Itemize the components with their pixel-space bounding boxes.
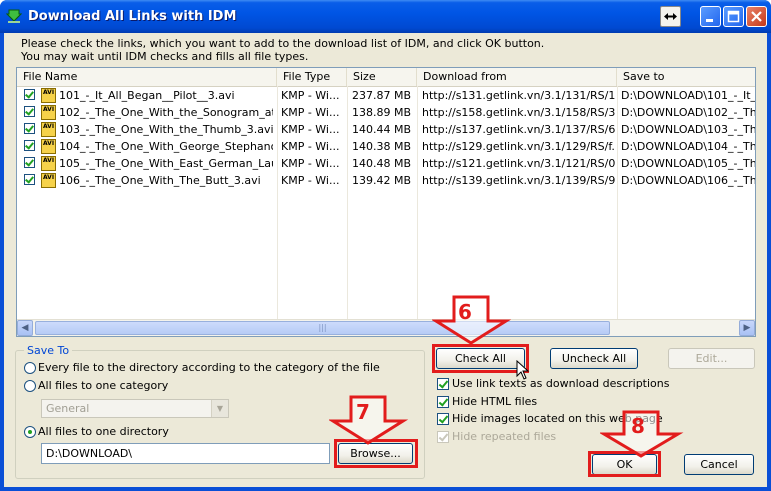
download-from-cell: http://s129.getlink.vn/3.1/129/RS/f... — [422, 140, 616, 153]
hide-html-label[interactable]: Hide HTML files — [452, 395, 537, 408]
hide-images-checkbox[interactable] — [437, 413, 449, 425]
instruction-line-2: You may wait until IDM checks and fills … — [21, 50, 309, 63]
callout-number-7: 7 — [356, 400, 370, 424]
table-row[interactable]: AVI 103_-_The_One_With_the_Thumb_3.avi K… — [17, 121, 756, 138]
scrollbar-thumb[interactable]: ||| — [35, 321, 610, 335]
check-all-highlight-box — [432, 344, 529, 373]
file-type-cell: KMP - Wi... — [281, 123, 340, 136]
save-to-cell: D:\DOWNLOAD\102_-_The_ — [621, 106, 756, 119]
size-cell: 139.42 MB — [352, 174, 412, 187]
avi-file-icon: AVI — [41, 173, 56, 188]
edit-button[interactable]: Edit... — [668, 348, 755, 369]
list-header: File Name File Type Size Download from S… — [17, 68, 755, 87]
size-cell: 140.44 MB — [352, 123, 412, 136]
avi-file-icon: AVI — [41, 88, 56, 103]
close-button[interactable] — [746, 6, 767, 27]
download-from-cell: http://s137.getlink.vn/3.1/137/RS/6... — [422, 123, 616, 136]
row-checkbox[interactable] — [24, 174, 35, 185]
uncheck-all-button[interactable]: Uncheck All — [550, 348, 638, 369]
file-name-cell: 105_-_The_One_With_East_German_Lau... — [59, 157, 273, 170]
download-from-cell: http://s131.getlink.vn/3.1/131/RS/1... — [422, 89, 616, 102]
resize-arrows-icon[interactable] — [660, 6, 681, 27]
maximize-button[interactable] — [723, 6, 744, 27]
avi-file-icon: AVI — [41, 122, 56, 137]
instruction-line-1: Please check the links, which you want t… — [21, 37, 545, 50]
row-checkbox[interactable] — [24, 106, 35, 117]
title-bar[interactable]: Download All Links with IDM — [0, 0, 771, 33]
column-header-file-name[interactable]: File Name — [17, 68, 277, 86]
save-to-cell: D:\DOWNLOAD\104_-_The_ — [621, 140, 756, 153]
category-select-value: General — [46, 402, 90, 415]
file-name-cell: 104_-_The_One_With_George_Stephano... — [59, 140, 273, 153]
window-title: Download All Links with IDM — [28, 9, 237, 24]
radio-one-directory-label[interactable]: All files to one directory — [38, 425, 169, 438]
file-type-cell: KMP - Wi... — [281, 157, 340, 170]
download-from-cell: http://s139.getlink.vn/3.1/139/RS/9... — [422, 174, 616, 187]
download-from-cell: http://s121.getlink.vn/3.1/121/RS/0... — [422, 157, 616, 170]
mouse-cursor-icon — [516, 360, 530, 380]
file-type-cell: KMP - Wi... — [281, 174, 340, 187]
size-cell: 140.48 MB — [352, 157, 412, 170]
file-type-cell: KMP - Wi... — [281, 106, 340, 119]
avi-file-icon: AVI — [41, 139, 56, 154]
radio-one-category[interactable] — [24, 380, 36, 392]
use-link-texts-label[interactable]: Use link texts as download descriptions — [452, 377, 669, 390]
table-row[interactable]: AVI 104_-_The_One_With_George_Stephano..… — [17, 138, 756, 155]
radio-category-each-label[interactable]: Every file to the directory according to… — [38, 361, 380, 374]
download-from-cell: http://s158.getlink.vn/3.1/158/RS/3... — [422, 106, 616, 119]
minimize-button[interactable] — [700, 6, 721, 27]
scroll-right-icon[interactable]: ▶ — [739, 320, 755, 336]
row-checkbox[interactable] — [24, 123, 35, 134]
radio-one-directory[interactable] — [24, 426, 36, 438]
file-type-cell: KMP - Wi... — [281, 140, 340, 153]
save-to-cell: D:\DOWNLOAD\106_-_The_ — [621, 174, 756, 187]
callout-number-6: 6 — [458, 300, 472, 324]
table-row[interactable]: AVI 101_-_It_All_Began__Pilot__3.avi KMP… — [17, 87, 756, 104]
hide-repeated-checkbox — [437, 431, 449, 443]
file-name-cell: 102_-_The_One_With_the_Sonogram_at... — [59, 106, 273, 119]
table-row[interactable]: AVI 106_-_The_One_With_The_Butt_3.avi KM… — [17, 172, 756, 189]
file-name-cell: 103_-_The_One_With_the_Thumb_3.avi — [59, 123, 273, 136]
directory-input[interactable]: D:\DOWNLOAD\ — [41, 443, 330, 464]
save-to-cell: D:\DOWNLOAD\101_-_It_A — [621, 89, 756, 102]
callout-arrow-6-icon — [432, 295, 512, 345]
save-to-cell: D:\DOWNLOAD\105_-_The_ — [621, 157, 756, 170]
avi-file-icon: AVI — [41, 105, 56, 120]
row-checkbox[interactable] — [24, 89, 35, 100]
use-link-texts-checkbox[interactable] — [437, 378, 449, 390]
column-header-download-from[interactable]: Download from — [417, 68, 617, 86]
chevron-down-icon: ▼ — [211, 400, 228, 417]
radio-one-category-label[interactable]: All files to one category — [38, 379, 168, 392]
column-header-size[interactable]: Size — [347, 68, 417, 86]
hide-repeated-label: Hide repeated files — [452, 430, 557, 443]
size-cell: 237.87 MB — [352, 89, 412, 102]
category-select: General ▼ — [41, 399, 229, 418]
column-header-file-type[interactable]: File Type — [277, 68, 347, 86]
avi-file-icon: AVI — [41, 156, 56, 171]
row-checkbox[interactable] — [24, 140, 35, 151]
file-name-cell: 106_-_The_One_With_The_Butt_3.avi — [59, 174, 261, 187]
size-cell: 138.89 MB — [352, 106, 412, 119]
table-row[interactable]: AVI 105_-_The_One_With_East_German_Lau..… — [17, 155, 756, 172]
radio-category-each[interactable] — [24, 362, 36, 374]
file-type-cell: KMP - Wi... — [281, 89, 340, 102]
callout-number-8: 8 — [631, 414, 645, 438]
size-cell: 140.38 MB — [352, 140, 412, 153]
idm-icon — [6, 9, 22, 23]
horizontal-scrollbar[interactable]: ◀ ||| ▶ — [17, 319, 755, 336]
links-list[interactable]: File Name File Type Size Download from S… — [16, 67, 756, 337]
save-to-group-label: Save To — [24, 344, 73, 357]
scroll-left-icon[interactable]: ◀ — [17, 320, 33, 336]
hide-html-checkbox[interactable] — [437, 396, 449, 408]
cancel-button[interactable]: Cancel — [684, 454, 754, 475]
save-to-cell: D:\DOWNLOAD\103_-_The_ — [621, 123, 756, 136]
file-name-cell: 101_-_It_All_Began__Pilot__3.avi — [59, 89, 235, 102]
table-row[interactable]: AVI 102_-_The_One_With_the_Sonogram_at..… — [17, 104, 756, 121]
instructions: Please check the links, which you want t… — [21, 37, 544, 63]
row-checkbox[interactable] — [24, 157, 35, 168]
column-header-save-to[interactable]: Save to — [617, 68, 755, 86]
